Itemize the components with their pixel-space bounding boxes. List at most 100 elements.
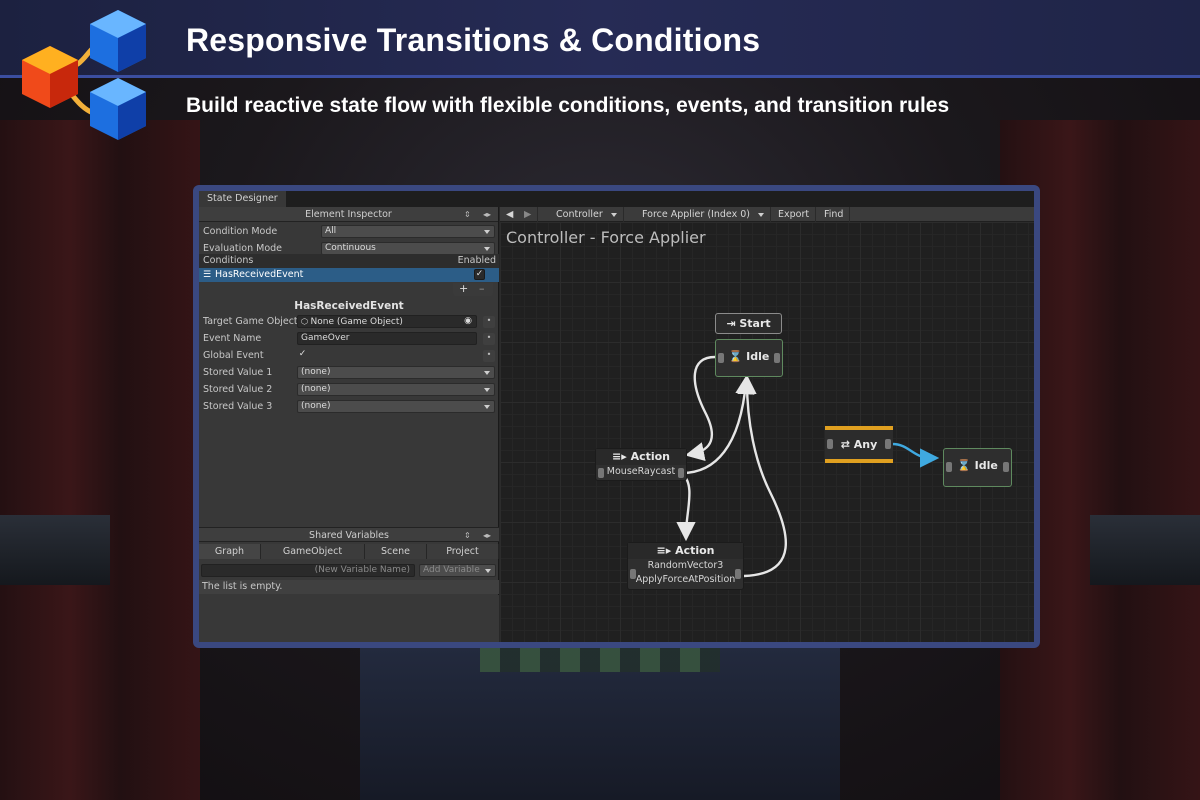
evaluation-mode-label: Evaluation Mode [203, 243, 283, 254]
editor-window-body: State Designer Element Inspector ⇕ ◂▸ Co… [199, 191, 1034, 642]
idle-state-node-2[interactable]: ⌛ Idle [943, 448, 1012, 487]
output-port[interactable] [885, 439, 891, 449]
stored-value-2-row: Stored Value 2 (none) [199, 382, 499, 398]
start-node[interactable]: ⇥ Start [715, 313, 782, 334]
page-title: Responsive Transitions & Conditions [186, 22, 761, 58]
condition-mode-row: Condition Mode All [199, 224, 499, 240]
tab-gameobject[interactable]: GameObject [261, 544, 365, 559]
input-port[interactable] [598, 468, 604, 478]
event-name-label: Event Name [203, 333, 262, 344]
right-block [1090, 515, 1200, 585]
stored-value-3-dropdown[interactable]: (none) [297, 400, 495, 413]
idle-state-label: Idle [746, 350, 770, 363]
action-icon: ≡▸ [656, 544, 676, 557]
shared-variables-header: Shared Variables ⇕ ◂▸ [199, 527, 499, 542]
window-tabbar: State Designer [199, 191, 1034, 207]
stored-value-1-value: (none) [301, 367, 331, 377]
target-picker-icon[interactable]: ◉ [464, 316, 472, 327]
element-inspector: Element Inspector ⇕ ◂▸ Condition Mode Al… [199, 207, 499, 642]
swap-icon: ⇄ [840, 438, 854, 451]
list-add-remove: + – [453, 283, 493, 296]
inspector-title: Element Inspector [305, 209, 392, 220]
graph-toolbar: ◀ ▶ Controller Force Applier (Index 0) E… [500, 207, 1034, 222]
event-name-row: Event Name GameOver • [199, 331, 499, 347]
shared-variables-tabs: Graph GameObject Scene Project [199, 544, 499, 559]
empty-list-text: The list is empty. [199, 580, 499, 594]
chevron-down-icon [484, 388, 490, 392]
action-node-1-title: Action [630, 450, 671, 463]
transition-links [676, 355, 940, 578]
output-port[interactable] [1003, 462, 1009, 472]
component-dropdown[interactable]: Force Applier (Index 0) [636, 207, 771, 222]
back-arrow-icon[interactable]: ◀ [500, 207, 519, 222]
chevron-down-icon [484, 247, 490, 251]
controller-dropdown[interactable]: Controller [550, 207, 624, 222]
detail-title: HasReceivedEvent [294, 300, 404, 312]
remove-condition-button[interactable]: – [479, 283, 485, 295]
target-field[interactable]: ⬡ None (Game Object) ◉ [297, 315, 477, 328]
sort-icon[interactable]: ⇕ [464, 528, 471, 543]
idle-state-node[interactable]: ⌛ Idle [715, 339, 783, 377]
component-label: Force Applier (Index 0) [642, 209, 750, 220]
start-label: Start [739, 317, 771, 330]
chevron-down-icon [757, 212, 764, 217]
action-node-2-header: ≡▸ Action [628, 543, 743, 559]
action-node-2-item-2: ApplyForceAtPosition [635, 574, 736, 585]
action-node-1-header: ≡▸ Action [596, 449, 686, 465]
forward-arrow-icon[interactable]: ▶ [518, 207, 539, 222]
input-port[interactable] [718, 353, 724, 363]
tab-project[interactable]: Project [427, 544, 499, 559]
new-variable-name-input[interactable]: (New Variable Name) [201, 564, 415, 577]
hourglass-icon: ⌛ [728, 350, 747, 363]
tab-scene[interactable]: Scene [365, 544, 427, 559]
controller-label: Controller [556, 209, 603, 220]
output-port[interactable] [774, 353, 780, 363]
new-variable-placeholder: (New Variable Name) [314, 565, 410, 575]
inspector-header: Element Inspector ⇕ ◂▸ [199, 207, 498, 222]
chevron-down-icon [484, 405, 490, 409]
condition-mode-dropdown[interactable]: All [321, 225, 495, 238]
global-event-checkbox[interactable]: ✓ [297, 350, 308, 361]
sort-icon[interactable]: ⇕ [464, 207, 471, 222]
find-button[interactable]: Find [818, 207, 851, 222]
stored-value-1-dropdown[interactable]: (none) [297, 366, 495, 379]
graph-canvas[interactable]: Controller - Force Applier ⇥ Start ⌛ Idl… [500, 222, 1034, 642]
event-options-button[interactable]: • [483, 333, 495, 345]
any-state-label: Any [853, 438, 878, 451]
target-row: Target Game Object ⬡ None (Game Object) … [199, 314, 499, 330]
left-curtain [0, 120, 200, 800]
any-state-node[interactable]: ⇄ Any [825, 426, 893, 463]
output-port[interactable] [735, 569, 741, 579]
idle-state-2-label: Idle [974, 459, 998, 472]
hourglass-icon: ⌛ [957, 459, 975, 472]
drag-handle-icon[interactable]: ☰ [203, 268, 211, 282]
target-options-button[interactable]: • [483, 316, 495, 328]
add-variable-dropdown[interactable]: Add Variable [419, 564, 496, 577]
input-port[interactable] [630, 569, 636, 579]
checker-floor [480, 648, 720, 672]
export-button[interactable]: Export [772, 207, 817, 222]
event-name-value: GameOver [301, 333, 350, 343]
action-node-2[interactable]: ≡▸ Action RandomVector3 ApplyForceAtPosi… [627, 542, 744, 590]
global-options-button[interactable]: • [483, 350, 495, 362]
stored-value-2-dropdown[interactable]: (none) [297, 383, 495, 396]
event-name-input[interactable]: GameOver [297, 332, 477, 345]
output-port[interactable] [678, 468, 684, 478]
idle-state-title: ⌛ Idle [716, 340, 782, 374]
target-value: None (Game Object) [310, 317, 403, 327]
add-condition-button[interactable]: + [459, 283, 468, 295]
action-node-1[interactable]: ≡▸ Action MouseRaycast [595, 448, 687, 481]
condition-item[interactable]: ☰ HasReceivedEvent ✓ [199, 268, 499, 282]
stored-value-3-label: Stored Value 3 [203, 401, 273, 412]
tab-state-designer[interactable]: State Designer [199, 191, 286, 207]
input-port[interactable] [827, 439, 833, 449]
enabled-header: Enabled [457, 255, 496, 266]
input-port[interactable] [946, 462, 952, 472]
condition-enabled-checkbox[interactable]: ✓ [474, 269, 485, 280]
target-label: Target Game Object [203, 316, 298, 327]
expand-icon[interactable]: ◂▸ [483, 207, 491, 222]
start-icon: ⇥ [726, 317, 740, 330]
conditions-header: Conditions [203, 255, 254, 266]
expand-icon[interactable]: ◂▸ [483, 528, 491, 543]
tab-graph[interactable]: Graph [199, 544, 261, 559]
